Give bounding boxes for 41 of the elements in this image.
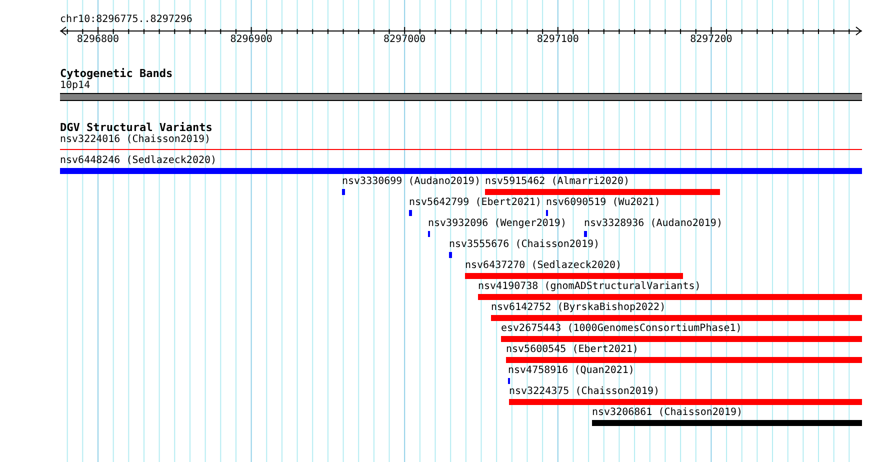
variant-bar[interactable] [509, 399, 862, 405]
cytoband-bar[interactable] [60, 93, 862, 101]
variant-bar[interactable] [501, 336, 862, 342]
variant-label: nsv3206861 (Chaisson2019) [592, 407, 743, 419]
variant-label: nsv6142752 (ByrskaBishop2022) [491, 302, 666, 314]
variant-bar[interactable] [449, 252, 452, 258]
variant-label: esv2675443 (1000GenomesConsortiumPhase1) [501, 323, 742, 335]
variant-bar[interactable] [465, 273, 683, 279]
variant-bar[interactable] [478, 294, 862, 300]
variant-label: nsv3224375 (Chaisson2019) [509, 386, 660, 398]
variant-line[interactable] [60, 149, 862, 150]
variant-bar[interactable] [506, 357, 862, 363]
variant-label: nsv3328936 (Audano2019) [584, 218, 722, 230]
variant-bar[interactable] [342, 189, 345, 195]
variant-label: nsv4190738 (gnomADStructuralVariants) [478, 281, 701, 293]
track-title: Cytogenetic Bands [60, 67, 173, 80]
variant-bar[interactable] [60, 168, 862, 174]
ruler-tick-label: 8297100 [536, 34, 580, 46]
location-label: chr10:8296775..8297296 [60, 14, 192, 26]
variant-label: nsv5915462 (Almarri2020) [485, 176, 630, 188]
variant-label: nsv6448246 (Sedlazeck2020) [60, 155, 217, 167]
variant-bar[interactable] [592, 420, 862, 426]
variant-label: nsv4758916 (Quan2021) [508, 365, 634, 377]
variant-bar[interactable] [491, 315, 862, 321]
ruler-tick-label: 8296900 [229, 34, 274, 46]
variant-label: nsv3555676 (Chaisson2019) [449, 239, 600, 251]
band-label: 10p14 [60, 80, 90, 92]
variant-label: nsv6090519 (Wu2021) [546, 197, 660, 209]
ruler-tick-label: 8297000 [382, 34, 427, 46]
variant-label: nsv3932096 (Wenger2019) [428, 218, 566, 230]
variant-bar[interactable] [485, 189, 720, 195]
variant-label: nsv5642799 (Ebert2021) [409, 197, 542, 209]
variant-label: nsv5600545 (Ebert2021) [506, 344, 638, 356]
variant-label: nsv3330699 (Audano2019) [342, 176, 480, 188]
ruler-tick-label: 8296800 [76, 34, 120, 46]
track-title: DGV Structural Variants [60, 121, 212, 134]
variant-label: nsv6437270 (Sedlazeck2020) [465, 260, 622, 272]
variant-bar[interactable] [409, 210, 412, 216]
variant-label: nsv3224016 (Chaisson2019) [60, 134, 211, 146]
ruler-tick-label: 8297200 [689, 34, 734, 46]
variant-bar[interactable] [584, 231, 587, 237]
